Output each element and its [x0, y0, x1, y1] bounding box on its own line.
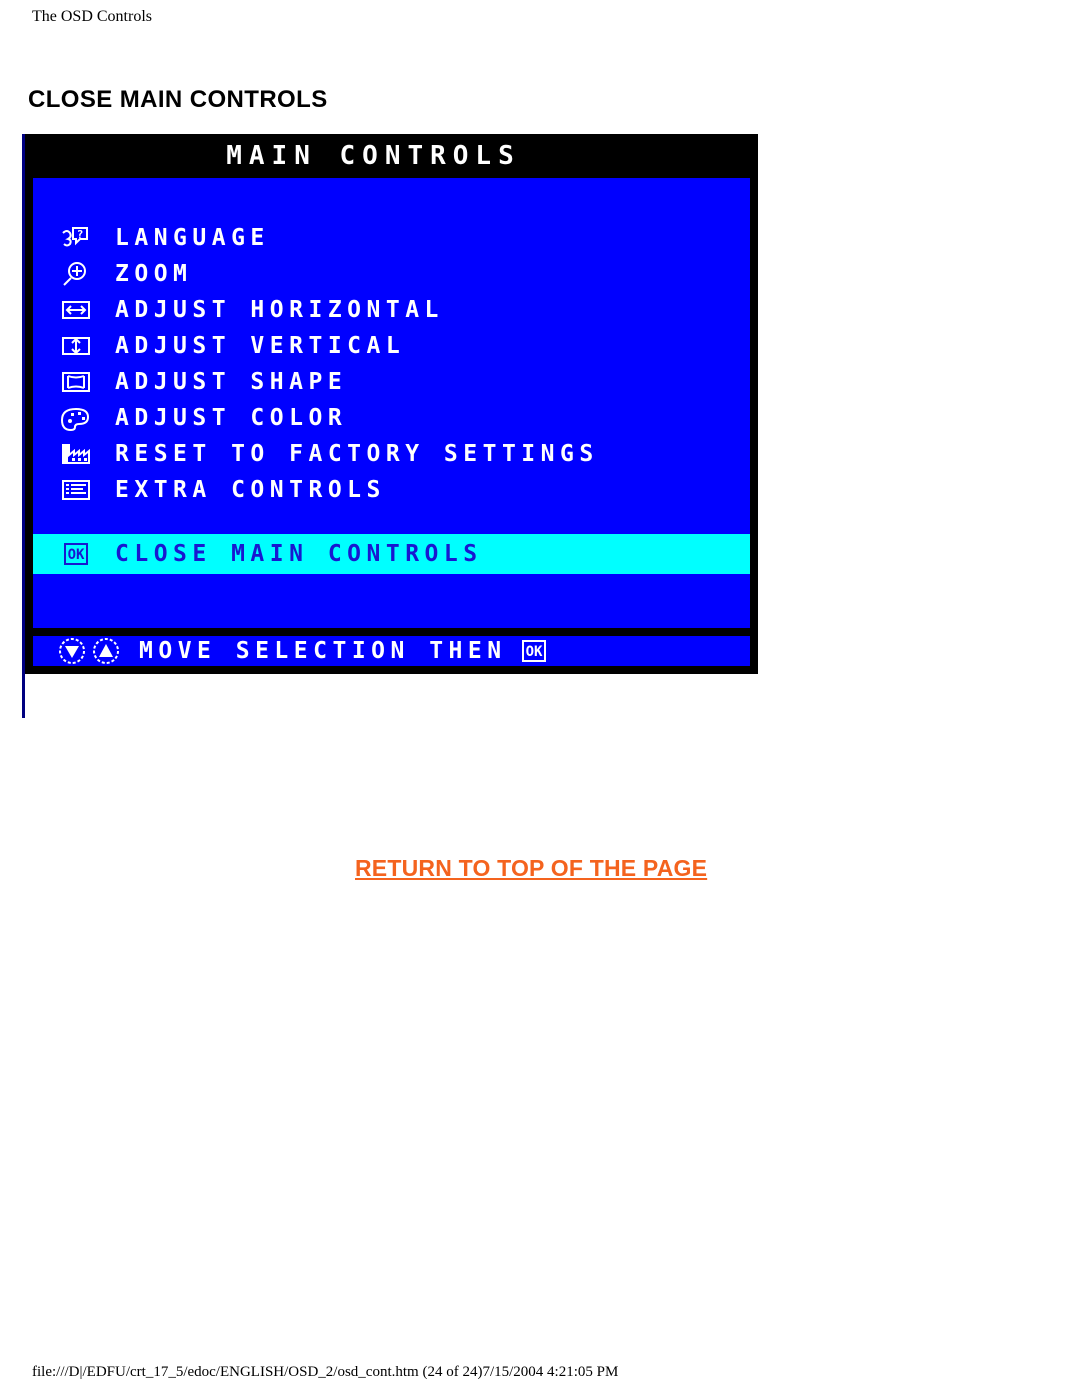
- reset-factory-icon: [59, 439, 93, 469]
- osd-menu-item-extra-controls[interactable]: EXTRA CONTROLS: [33, 472, 750, 508]
- osd-menu-item-label: ADJUST HORIZONTAL: [115, 297, 444, 323]
- osd-menu-item-label: LANGUAGE: [115, 225, 270, 251]
- osd-panel: MAIN CONTROLS ? LANGUAGE ZOOM ADJUST HOR…: [25, 134, 758, 674]
- extra-controls-icon: [59, 475, 93, 505]
- osd-menu-item-label: ADJUST VERTICAL: [115, 333, 406, 359]
- osd-menu-item-reset-factory[interactable]: RESET TO FACTORY SETTINGS: [33, 436, 750, 472]
- osd-separator: [33, 628, 750, 636]
- adjust-shape-icon: [59, 367, 93, 397]
- adjust-horizontal-icon: [59, 295, 93, 325]
- osd-menu-item-label: RESET TO FACTORY SETTINGS: [115, 441, 599, 467]
- left-rule-tail: [22, 676, 25, 718]
- osd-menu-item-language[interactable]: ? LANGUAGE: [33, 220, 750, 256]
- osd-menu-item-adjust-horizontal[interactable]: ADJUST HORIZONTAL: [33, 292, 750, 328]
- osd-menu-item-adjust-color[interactable]: ADJUST COLOR: [33, 400, 750, 436]
- adjust-color-icon: [59, 403, 93, 433]
- svg-text:OK: OK: [68, 547, 85, 563]
- osd-menu-list: ? LANGUAGE ZOOM ADJUST HORIZONTAL ADJUST…: [33, 220, 750, 574]
- osd-menu-item-zoom[interactable]: ZOOM: [33, 256, 750, 292]
- osd-menu-item-label: ADJUST COLOR: [115, 405, 348, 431]
- osd-menu-item-label: CLOSE MAIN CONTROLS: [115, 541, 483, 567]
- osd-title: MAIN CONTROLS: [226, 141, 521, 171]
- page-title: CLOSE MAIN CONTROLS: [28, 86, 328, 114]
- zoom-icon: [59, 259, 93, 289]
- osd-menu-item-adjust-vertical[interactable]: ADJUST VERTICAL: [33, 328, 750, 364]
- osd-menu-item-label: ADJUST SHAPE: [115, 369, 348, 395]
- arrow-down-icon: [55, 636, 89, 666]
- osd-menu-item-close-main-controls[interactable]: OK CLOSE MAIN CONTROLS: [33, 534, 750, 574]
- svg-text:OK: OK: [525, 644, 542, 660]
- running-head: The OSD Controls: [32, 8, 152, 25]
- osd-menu-item-label: ZOOM: [115, 261, 193, 287]
- ok-button-icon: OK: [59, 539, 93, 569]
- footer-path: file:///D|/EDFU/crt_17_5/edoc/ENGLISH/OS…: [32, 1364, 619, 1380]
- osd-screenshot: MAIN CONTROLS ? LANGUAGE ZOOM ADJUST HOR…: [22, 134, 758, 718]
- adjust-vertical-icon: [59, 331, 93, 361]
- ok-button-icon: OK: [517, 636, 551, 666]
- arrow-up-icon: [89, 636, 123, 666]
- osd-menu-item-label: EXTRA CONTROLS: [115, 477, 386, 503]
- osd-hint-label: MOVE SELECTION THEN: [139, 638, 507, 664]
- svg-text:?: ?: [77, 228, 84, 241]
- osd-menu-item-adjust-shape[interactable]: ADJUST SHAPE: [33, 364, 750, 400]
- language-icon: ?: [59, 223, 93, 253]
- osd-title-bar: MAIN CONTROLS: [25, 134, 758, 178]
- osd-menu-body: ? LANGUAGE ZOOM ADJUST HORIZONTAL ADJUST…: [33, 178, 750, 628]
- return-to-top-link[interactable]: RETURN TO TOP OF THE PAGE: [355, 855, 707, 882]
- osd-hint-bar: MOVE SELECTION THEN OK: [33, 636, 750, 666]
- osd-list-spacer: [33, 508, 750, 534]
